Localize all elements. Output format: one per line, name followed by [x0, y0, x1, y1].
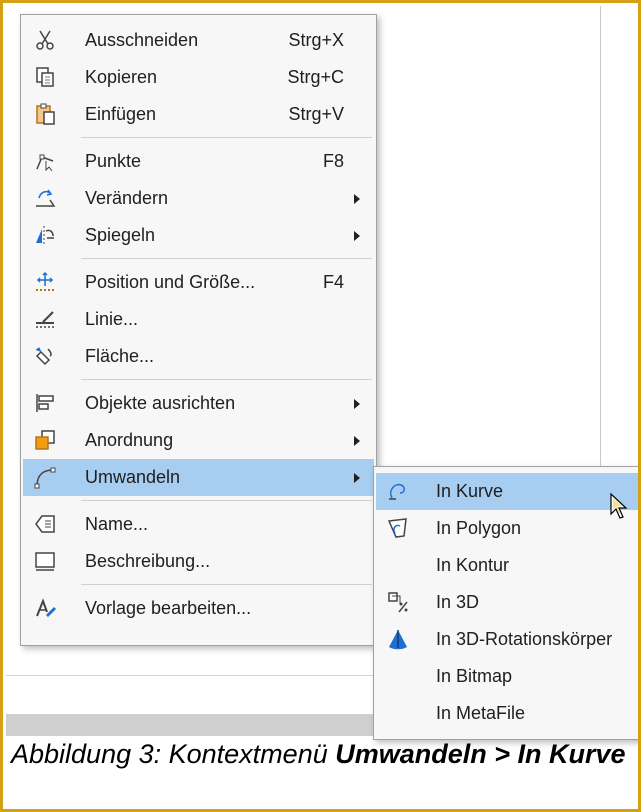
menu-item-convert[interactable]: Umwandeln: [23, 459, 374, 496]
menu-item-label: Anordnung: [85, 430, 174, 450]
menu-item-label: Objekte ausrichten: [85, 393, 236, 413]
submenu-arrow-icon: [354, 436, 360, 446]
menu-item-mirror[interactable]: Spiegeln: [23, 217, 374, 254]
menu-item-label: Vorlage bearbeiten...: [85, 598, 252, 618]
menu-item-label: Punkte: [85, 151, 142, 171]
menu-item-align[interactable]: Objekte ausrichten: [23, 385, 374, 422]
submenu-item-to-bitmap[interactable]: In Bitmap: [376, 658, 638, 695]
menu-item-shortcut: Strg+X: [288, 30, 344, 50]
submenu-arrow-icon: [354, 231, 360, 241]
menu-item-label: In MetaFile: [436, 703, 526, 723]
menu-separator: [81, 584, 372, 585]
curve-icon: [386, 479, 410, 503]
name-icon: [33, 512, 57, 536]
menu-item-label: In Kurve: [436, 481, 504, 501]
description-icon: [33, 549, 57, 573]
screenshot-frame: Ausschneiden Strg+X Kopieren Strg+C Einf…: [0, 0, 641, 812]
submenu-item-to-contour[interactable]: In Kontur: [376, 547, 638, 584]
mirror-icon: [33, 223, 57, 247]
menu-item-label: Einfügen: [85, 104, 157, 124]
convert-submenu: In Kurve In Polygon In Kontur In 3D In 3…: [373, 466, 638, 740]
menu-separator: [81, 379, 372, 380]
menu-item-shortcut: F8: [322, 151, 344, 171]
menu-item-label: Umwandeln: [85, 467, 181, 487]
menu-item-label: Linie...: [85, 309, 139, 329]
align-icon: [33, 391, 57, 415]
area-fill-icon: [33, 344, 57, 368]
position-size-icon: [33, 270, 57, 294]
menu-item-label: In 3D-Rotationskörper: [436, 629, 613, 649]
menu-item-label: In Kontur: [436, 555, 510, 575]
menu-item-label: In 3D: [436, 592, 480, 612]
menu-item-shortcut: F4: [322, 272, 344, 292]
menu-item-label: In Polygon: [436, 518, 522, 538]
menu-separator: [81, 258, 372, 259]
context-menu: Ausschneiden Strg+X Kopieren Strg+C Einf…: [20, 14, 377, 646]
submenu-item-to-polygon[interactable]: In Polygon: [376, 510, 638, 547]
arrange-icon: [33, 428, 57, 452]
3d-icon: [386, 590, 410, 614]
submenu-arrow-icon: [354, 194, 360, 204]
menu-item-description[interactable]: Beschreibung...: [23, 543, 374, 580]
figure-caption: Abbildung 3: Kontextmenü Umwandeln > In …: [11, 738, 636, 770]
menu-item-label: Fläche...: [85, 346, 155, 366]
submenu-arrow-icon: [354, 473, 360, 483]
menu-item-label: In Bitmap: [436, 666, 513, 686]
menu-item-label: Verändern: [85, 188, 169, 208]
menu-item-transform[interactable]: Verändern: [23, 180, 374, 217]
menu-item-copy[interactable]: Kopieren Strg+C: [23, 59, 374, 96]
menu-item-area[interactable]: Fläche...: [23, 338, 374, 375]
submenu-item-to-curve[interactable]: In Kurve: [376, 473, 638, 510]
menu-item-label: Spiegeln: [85, 225, 156, 245]
menu-item-arrange[interactable]: Anordnung: [23, 422, 374, 459]
menu-item-shortcut: Strg+C: [287, 67, 344, 87]
paste-icon: [33, 102, 57, 126]
mouse-cursor-icon: [610, 492, 628, 519]
submenu-arrow-icon: [354, 399, 360, 409]
menu-item-line[interactable]: Linie...: [23, 301, 374, 338]
caption-prefix: Abbildung 3: Kontextmenü: [11, 739, 336, 769]
copy-icon: [33, 65, 57, 89]
submenu-item-to-3d-rotation[interactable]: In 3D-Rotationskörper: [376, 621, 638, 658]
menu-item-cut[interactable]: Ausschneiden Strg+X: [23, 22, 374, 59]
rotation-body-icon: [386, 627, 410, 651]
menu-item-edit-style[interactable]: Vorlage bearbeiten...: [23, 590, 374, 627]
transform-icon: [33, 186, 57, 210]
points-icon: [33, 149, 57, 173]
menu-item-paste[interactable]: Einfügen Strg+V: [23, 96, 374, 133]
menu-item-points[interactable]: Punkte F8: [23, 143, 374, 180]
line-icon: [33, 307, 57, 331]
polygon-icon: [386, 516, 410, 540]
submenu-item-to-metafile[interactable]: In MetaFile: [376, 695, 638, 732]
menu-separator: [81, 137, 372, 138]
caption-bold: Umwandeln > In Kurve: [335, 739, 626, 769]
edit-style-icon: [33, 596, 57, 620]
submenu-item-to-3d[interactable]: In 3D: [376, 584, 638, 621]
menu-item-label: Beschreibung...: [85, 551, 211, 571]
menu-item-name[interactable]: Name...: [23, 506, 374, 543]
convert-icon: [33, 465, 57, 489]
menu-item-position-size[interactable]: Position und Größe... F4: [23, 264, 374, 301]
menu-item-label: Name...: [85, 514, 149, 534]
scrollbar-area: [6, 714, 376, 736]
scissors-icon: [33, 28, 57, 52]
menu-item-label: Position und Größe...: [85, 272, 256, 292]
menu-item-label: Ausschneiden: [85, 30, 199, 50]
menu-separator: [81, 500, 372, 501]
menu-item-shortcut: Strg+V: [288, 104, 344, 124]
menu-item-label: Kopieren: [85, 67, 158, 87]
